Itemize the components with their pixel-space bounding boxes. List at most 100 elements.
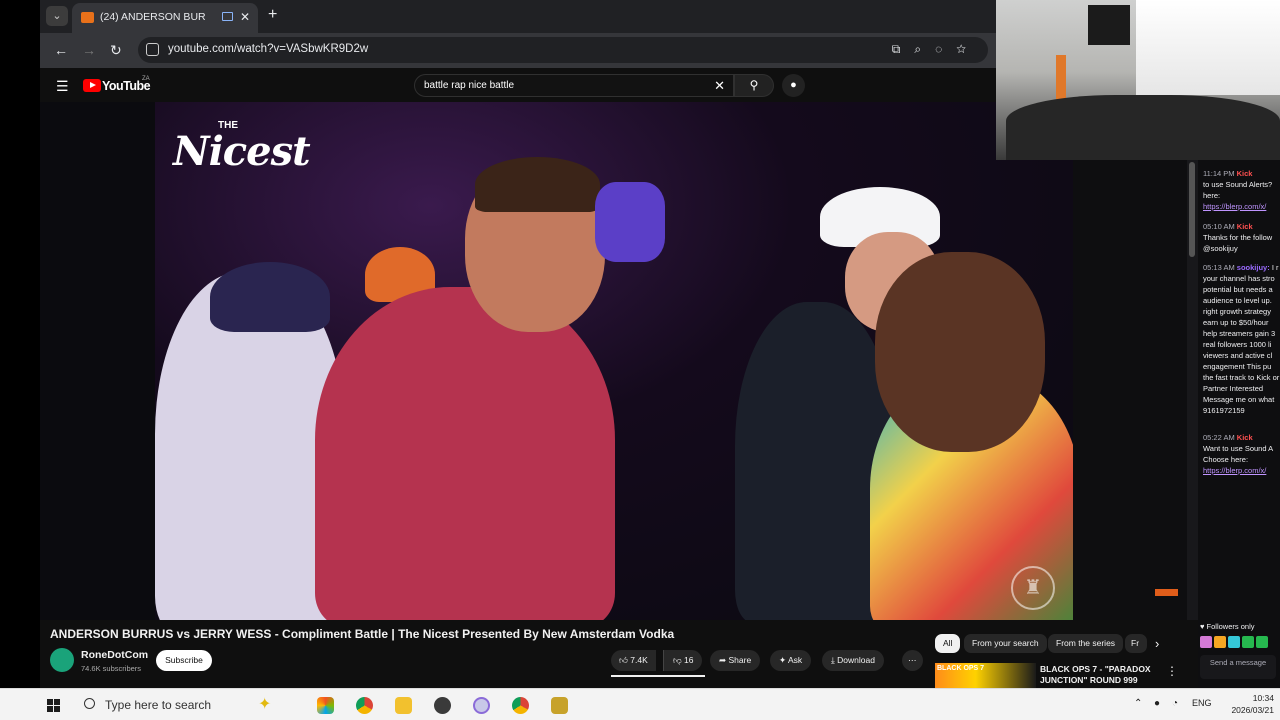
search-icon: ⚲ — [749, 78, 759, 92]
chip-truncated[interactable]: Fr — [1125, 634, 1147, 653]
tab-bar: ⌄ (24) ANDERSON BURRUS vs ✕ + — [40, 0, 996, 33]
active-tab[interactable]: (24) ANDERSON BURRUS vs ✕ — [72, 3, 258, 33]
barstool-watermark-icon: ♜ — [1011, 566, 1055, 610]
like-count: 7.4K — [630, 655, 648, 665]
chat-scrollbar-thumb[interactable] — [1189, 162, 1195, 257]
video-title: ANDERSON BURRUS vs JERRY WESS - Complime… — [50, 627, 675, 641]
search-icon — [84, 698, 95, 709]
chat-scrollbar[interactable] — [1187, 160, 1198, 688]
video-player[interactable]: THE Nicest ♜ — [155, 102, 1073, 620]
chrome-profile-app-icon[interactable] — [512, 697, 529, 714]
emote-bar[interactable] — [1200, 635, 1280, 649]
back-icon[interactable]: ← — [54, 42, 68, 58]
windows-start-icon[interactable] — [47, 699, 60, 712]
microphone-icon: ● — [790, 79, 797, 91]
forward-icon[interactable]: → — [82, 42, 96, 58]
subscriber-count: 74.6K subscribers — [81, 664, 142, 673]
browser-window: ⌄ (24) ANDERSON BURRUS vs ✕ + ← → ↻ yout… — [40, 0, 996, 102]
webcam-person — [1006, 95, 1280, 160]
game-app-icon[interactable] — [551, 697, 568, 714]
chip-from-the-series[interactable]: From the series — [1048, 634, 1124, 653]
like-button[interactable]: 👍︎ 7.4K — [611, 650, 656, 671]
subscribe-button[interactable]: Subscribe — [156, 650, 212, 671]
youtube-header: ☰ YouTube ZA battle rap nice battle ✕ ⚲ … — [40, 68, 996, 102]
sparkle-icon: ✦ — [779, 655, 789, 665]
chat-link[interactable]: https://blerp.com/x/ — [1203, 466, 1266, 475]
network-icon[interactable]: ◔ — [1172, 698, 1178, 709]
chat-user[interactable]: Kick — [1237, 433, 1253, 442]
file-explorer-icon[interactable] — [395, 697, 412, 714]
chat-time: 05:22 AM — [1203, 433, 1235, 442]
chevron-up-icon[interactable]: ⌃ — [1134, 698, 1142, 709]
copilot-app-icon[interactable] — [317, 697, 334, 714]
microphone-icon[interactable]: ● — [1154, 698, 1160, 709]
site-info-icon[interactable] — [146, 43, 159, 56]
youtube-logo-icon[interactable] — [83, 79, 101, 92]
new-tab-button[interactable]: + — [268, 6, 277, 24]
chrome-app-icon[interactable] — [356, 697, 373, 714]
left-black-strip — [0, 0, 40, 688]
voice-search-button[interactable]: ● — [782, 74, 805, 97]
menu-icon[interactable]: ☰ — [56, 78, 69, 95]
chat-message-input[interactable]: Send a message — [1200, 655, 1276, 679]
ask-button[interactable]: ✦ Ask — [770, 650, 812, 671]
chat-time: 05:10 AM — [1203, 222, 1235, 231]
chat-message: 11:14 PM Kick to use Sound Alerts? here:… — [1203, 168, 1280, 212]
channel-avatar[interactable] — [50, 648, 74, 672]
close-tab-icon[interactable]: ✕ — [240, 10, 250, 24]
search-input[interactable]: battle rap nice battle ✕ — [414, 74, 734, 97]
url-field[interactable]: youtube.com/watch?v=VASbwKR9D2w ⧉⌕◌☆ — [138, 37, 988, 63]
app-icon[interactable] — [473, 697, 490, 714]
like-ratio-bar — [611, 675, 705, 677]
more-vert-icon[interactable]: ⋮ — [1166, 664, 1178, 678]
chip-from-your-search[interactable]: From your search — [964, 634, 1047, 653]
chat-link[interactable]: https://blerp.com/x/ — [1203, 202, 1266, 211]
sparkle-icon: ✦ — [258, 696, 272, 713]
channel-name[interactable]: RoneDotCom — [81, 649, 148, 661]
share-label: Share — [728, 655, 752, 665]
chat-user[interactable]: Kick — [1237, 222, 1253, 231]
search-button[interactable]: ⚲ — [734, 74, 774, 97]
chat-user[interactable]: sookijuy: — [1237, 263, 1270, 272]
emote-icon[interactable] — [1200, 636, 1212, 648]
clear-search-icon[interactable]: ✕ — [714, 78, 725, 94]
chat-text: to use Sound Alerts? here: — [1203, 180, 1273, 200]
download-label: Download — [837, 655, 875, 665]
stream-badge — [1155, 589, 1178, 596]
emote-icon[interactable] — [1214, 636, 1226, 648]
dislike-button[interactable]: 👎︎ 16 — [663, 650, 703, 671]
followers-only-text: Followers only — [1206, 622, 1255, 631]
emote-icon[interactable] — [1256, 636, 1268, 648]
chat-text: Want to use Sound A Choose here: — [1203, 444, 1273, 464]
share-button[interactable]: ➦ Share — [710, 650, 761, 671]
chat-text: I r your channel has stro potential but … — [1203, 263, 1280, 415]
clock-time: 10:34 — [1252, 693, 1274, 703]
clock[interactable]: 10:34 2026/03/21 — [1218, 692, 1274, 716]
address-tools[interactable]: ⧉⌕◌☆ — [892, 42, 980, 57]
emote-icon[interactable] — [1242, 636, 1254, 648]
emote-icon[interactable] — [1228, 636, 1240, 648]
download-button[interactable]: ⤓ Download — [822, 650, 884, 671]
more-actions-button[interactable]: ⋯ — [902, 650, 923, 671]
taskbar-search-placeholder: Type here to search — [105, 698, 212, 712]
language-indicator[interactable]: ENG — [1192, 698, 1212, 708]
followers-only-label: ♥ Followers only — [1200, 622, 1255, 631]
performer-right-head — [875, 252, 1045, 452]
taskbar-search[interactable]: Type here to search ✦ — [80, 689, 300, 720]
chat-user[interactable]: Kick — [1237, 169, 1253, 178]
tab-search-button[interactable]: ⌄ — [46, 6, 68, 26]
chat-time: 11:14 PM — [1203, 169, 1235, 178]
windows-taskbar: Type here to search ✦ ⌃ ● ◔ ENG 10:34 20… — [0, 688, 1280, 720]
streamer-webcam — [996, 0, 1280, 160]
reload-icon[interactable]: ↻ — [110, 42, 122, 59]
tab-title: (24) ANDERSON BURRUS vs — [100, 11, 205, 23]
chip-all[interactable]: All — [935, 634, 961, 653]
obs-app-icon[interactable] — [434, 697, 451, 714]
chevron-right-icon[interactable]: › — [1155, 636, 1159, 651]
screen: ⌄ (24) ANDERSON BURRUS vs ✕ + ← → ↻ yout… — [0, 0, 1280, 720]
youtube-favicon-icon — [81, 12, 94, 23]
recommended-thumbnail[interactable]: BLACK OPS 7 — [935, 663, 1036, 688]
search-query: battle rap nice battle — [424, 80, 515, 91]
crowd-purple-hat — [595, 182, 665, 262]
address-bar: ← → ↻ youtube.com/watch?v=VASbwKR9D2w ⧉⌕… — [40, 33, 996, 68]
